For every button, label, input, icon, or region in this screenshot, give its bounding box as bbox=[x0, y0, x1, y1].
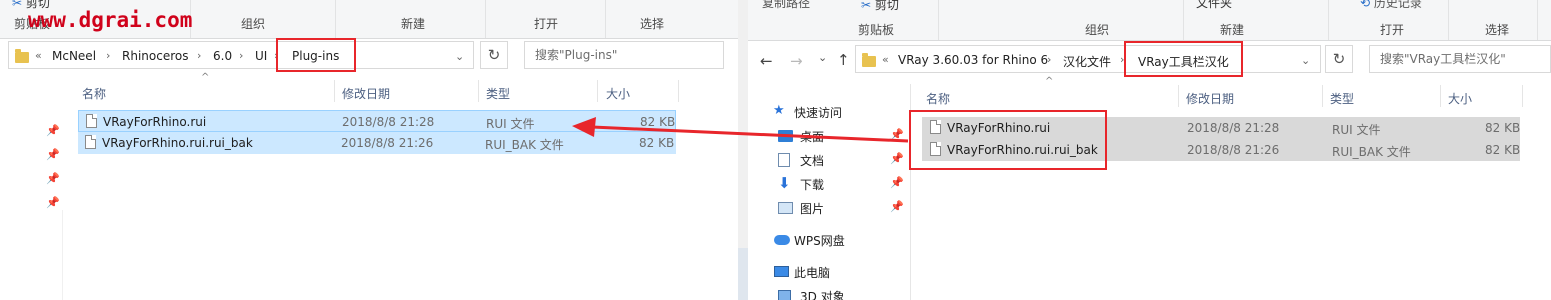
arrow-line bbox=[591, 125, 909, 143]
arrow-head-icon bbox=[572, 117, 596, 137]
arrow-annotation bbox=[572, 117, 909, 143]
